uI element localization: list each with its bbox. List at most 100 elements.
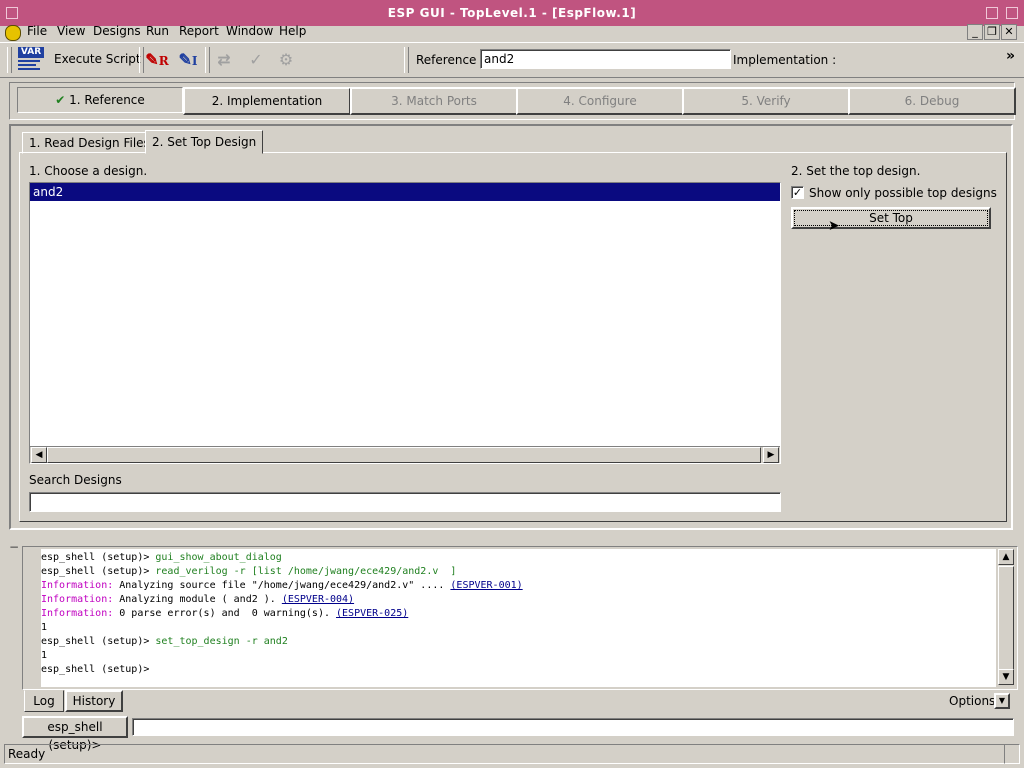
- read-reference-icon[interactable]: ✎R: [145, 48, 169, 72]
- log-line: esp_shell (setup)> read_verilog -r [list…: [41, 565, 996, 579]
- log-vertical-scrollbar[interactable]: ▲ ▼: [998, 549, 1014, 685]
- scroll-right-icon[interactable]: ▶: [763, 447, 779, 463]
- log-text: 1: [41, 622, 48, 633]
- step-debug: 6. Debug: [848, 87, 1016, 115]
- match-ports-icon: ⇄: [217, 50, 231, 69]
- log-message-link[interactable]: (ESPVER-025): [336, 608, 408, 619]
- log-command: read_verilog -r [list /home/jwang/ece429…: [155, 566, 457, 577]
- step-configure: 4. Configure: [516, 87, 684, 115]
- status-bar: Ready: [4, 744, 1005, 764]
- var-icon-text: VAR: [18, 47, 44, 58]
- step-reference[interactable]: ✔ 1. Reference: [17, 87, 183, 113]
- log-line: Information: Analyzing module ( and2 ). …: [41, 593, 996, 607]
- scroll-left-icon[interactable]: ◀: [31, 447, 47, 463]
- window-title: ESP GUI - TopLevel.1 - [EspFlow.1]: [387, 6, 637, 20]
- log-text: 0 parse error(s) and 0 warning(s).: [113, 608, 337, 619]
- set-top-button[interactable]: Set Top: [791, 207, 991, 229]
- status-text: Ready: [8, 747, 46, 761]
- log-message-link[interactable]: (ESPVER-001): [450, 580, 522, 591]
- scroll-down-icon[interactable]: ▼: [998, 669, 1014, 685]
- step-label: 1. Reference: [69, 93, 145, 107]
- log-text: esp_shell (setup)>: [41, 664, 156, 675]
- read-implementation-icon[interactable]: ✎I: [176, 48, 200, 72]
- scroll-up-icon[interactable]: ▲: [998, 549, 1014, 565]
- close-window-icon[interactable]: [1006, 7, 1018, 19]
- execute-script-icon[interactable]: VAR: [18, 47, 44, 73]
- step-implementation[interactable]: 2. Implementation: [183, 87, 351, 115]
- design-list[interactable]: and2 ◀ ▶: [29, 182, 781, 464]
- tab-set-top-design[interactable]: 2. Set Top Design: [145, 130, 264, 154]
- tab-log[interactable]: Log: [24, 690, 64, 712]
- menu-designs[interactable]: Designs: [93, 24, 141, 38]
- restore-icon[interactable]: ❐: [984, 24, 1000, 40]
- menu-bar: File View Designs Run Report Window Help…: [0, 22, 1024, 42]
- log-line: Information: Analyzing source file "/hom…: [41, 579, 996, 593]
- log-line: Information: 0 parse error(s) and 0 warn…: [41, 607, 996, 621]
- options-label: Options:: [949, 694, 1000, 708]
- log-line: esp_shell (setup)>: [41, 663, 996, 677]
- toolbar-separator-2: [205, 47, 210, 73]
- show-possible-top-checkbox[interactable]: ✓: [791, 186, 804, 199]
- search-designs-label: Search Designs: [29, 473, 122, 487]
- menu-help[interactable]: Help: [279, 24, 306, 38]
- log-text: esp_shell (setup)>: [41, 552, 156, 563]
- checkmark-icon: ✔: [55, 93, 66, 107]
- scrollbar-thumb[interactable]: [47, 447, 761, 463]
- flow-steps-bar: ✔ 1. Reference 2. Implementation 3. Matc…: [9, 82, 1016, 120]
- set-top-heading: 2. Set the top design.: [791, 164, 921, 178]
- step-match-ports: 3. Match Ports: [350, 87, 518, 115]
- log-line: esp_shell (setup)> gui_show_about_dialog: [41, 551, 996, 565]
- show-possible-top-label[interactable]: Show only possible top designs: [809, 186, 997, 200]
- command-input[interactable]: [132, 718, 1014, 736]
- command-prompt-button[interactable]: esp_shell (setup)>: [22, 716, 128, 752]
- toolbar-grip-2[interactable]: [404, 47, 409, 73]
- close-icon[interactable]: ✕: [1001, 24, 1017, 40]
- log-command: set_top_design -r and2: [155, 636, 288, 647]
- menu-file[interactable]: File: [27, 24, 47, 38]
- log-command: gui_show_about_dialog: [155, 552, 282, 563]
- log-pane: esp_shell (setup)> gui_show_about_dialog…: [22, 546, 1018, 690]
- log-line: esp_shell (setup)> set_top_design -r and…: [41, 635, 996, 649]
- tab-read-design-files[interactable]: 1. Read Design Files: [22, 132, 157, 154]
- log-text: Analyzing source file "/home/jwang/ece42…: [113, 580, 451, 591]
- scrollbar-thumb[interactable]: [998, 566, 1014, 670]
- log-line: 1: [41, 621, 996, 635]
- list-item[interactable]: and2: [30, 183, 780, 201]
- execute-script-label[interactable]: Execute Script: [54, 52, 141, 66]
- verify-icon: ✓: [249, 50, 263, 69]
- app-icon: [5, 25, 21, 41]
- log-info-label: Information:: [41, 594, 114, 605]
- options-dropdown-icon[interactable]: ▼: [994, 693, 1010, 709]
- choose-design-label: 1. Choose a design.: [29, 164, 148, 178]
- implementation-label: Implementation :: [733, 53, 837, 67]
- menu-view[interactable]: View: [57, 24, 85, 38]
- menu-report[interactable]: Report: [179, 24, 219, 38]
- menu-run[interactable]: Run: [146, 24, 169, 38]
- maximize-icon[interactable]: [986, 7, 998, 19]
- log-text: esp_shell (setup)>: [41, 636, 156, 647]
- reference-field[interactable]: and2: [480, 49, 731, 69]
- reference-label: Reference :: [416, 53, 485, 67]
- mouse-cursor-icon: ➤: [828, 218, 840, 234]
- search-designs-input[interactable]: [29, 492, 781, 512]
- step-verify: 5. Verify: [682, 87, 850, 115]
- horizontal-scrollbar[interactable]: ◀ ▶: [30, 446, 780, 463]
- toolbar: VAR Execute Script ✎R ✎I ⇄ ✓ ⚙ Reference…: [0, 42, 1024, 78]
- status-resize-grip[interactable]: [1004, 744, 1020, 764]
- log-text: Analyzing module ( and2 ).: [113, 594, 282, 605]
- log-message-link[interactable]: (ESPVER-004): [282, 594, 354, 605]
- log-text: esp_shell (setup)>: [41, 566, 156, 577]
- pane-collapse-icon[interactable]: −: [9, 540, 19, 554]
- log-text: 1: [41, 650, 48, 661]
- log-info-label: Information:: [41, 580, 114, 591]
- log-line: 1: [41, 649, 996, 663]
- debug-icon: ⚙: [278, 50, 294, 69]
- minimize-icon[interactable]: _: [967, 24, 983, 40]
- toolbar-overflow-icon[interactable]: »: [1006, 48, 1015, 64]
- menu-window[interactable]: Window: [226, 24, 273, 38]
- toolbar-grip[interactable]: [7, 47, 12, 73]
- toolbar-separator: [139, 47, 144, 73]
- tab-history[interactable]: History: [65, 690, 123, 712]
- log-output: esp_shell (setup)> gui_show_about_dialog…: [41, 549, 996, 687]
- log-info-label: Information:: [41, 608, 114, 619]
